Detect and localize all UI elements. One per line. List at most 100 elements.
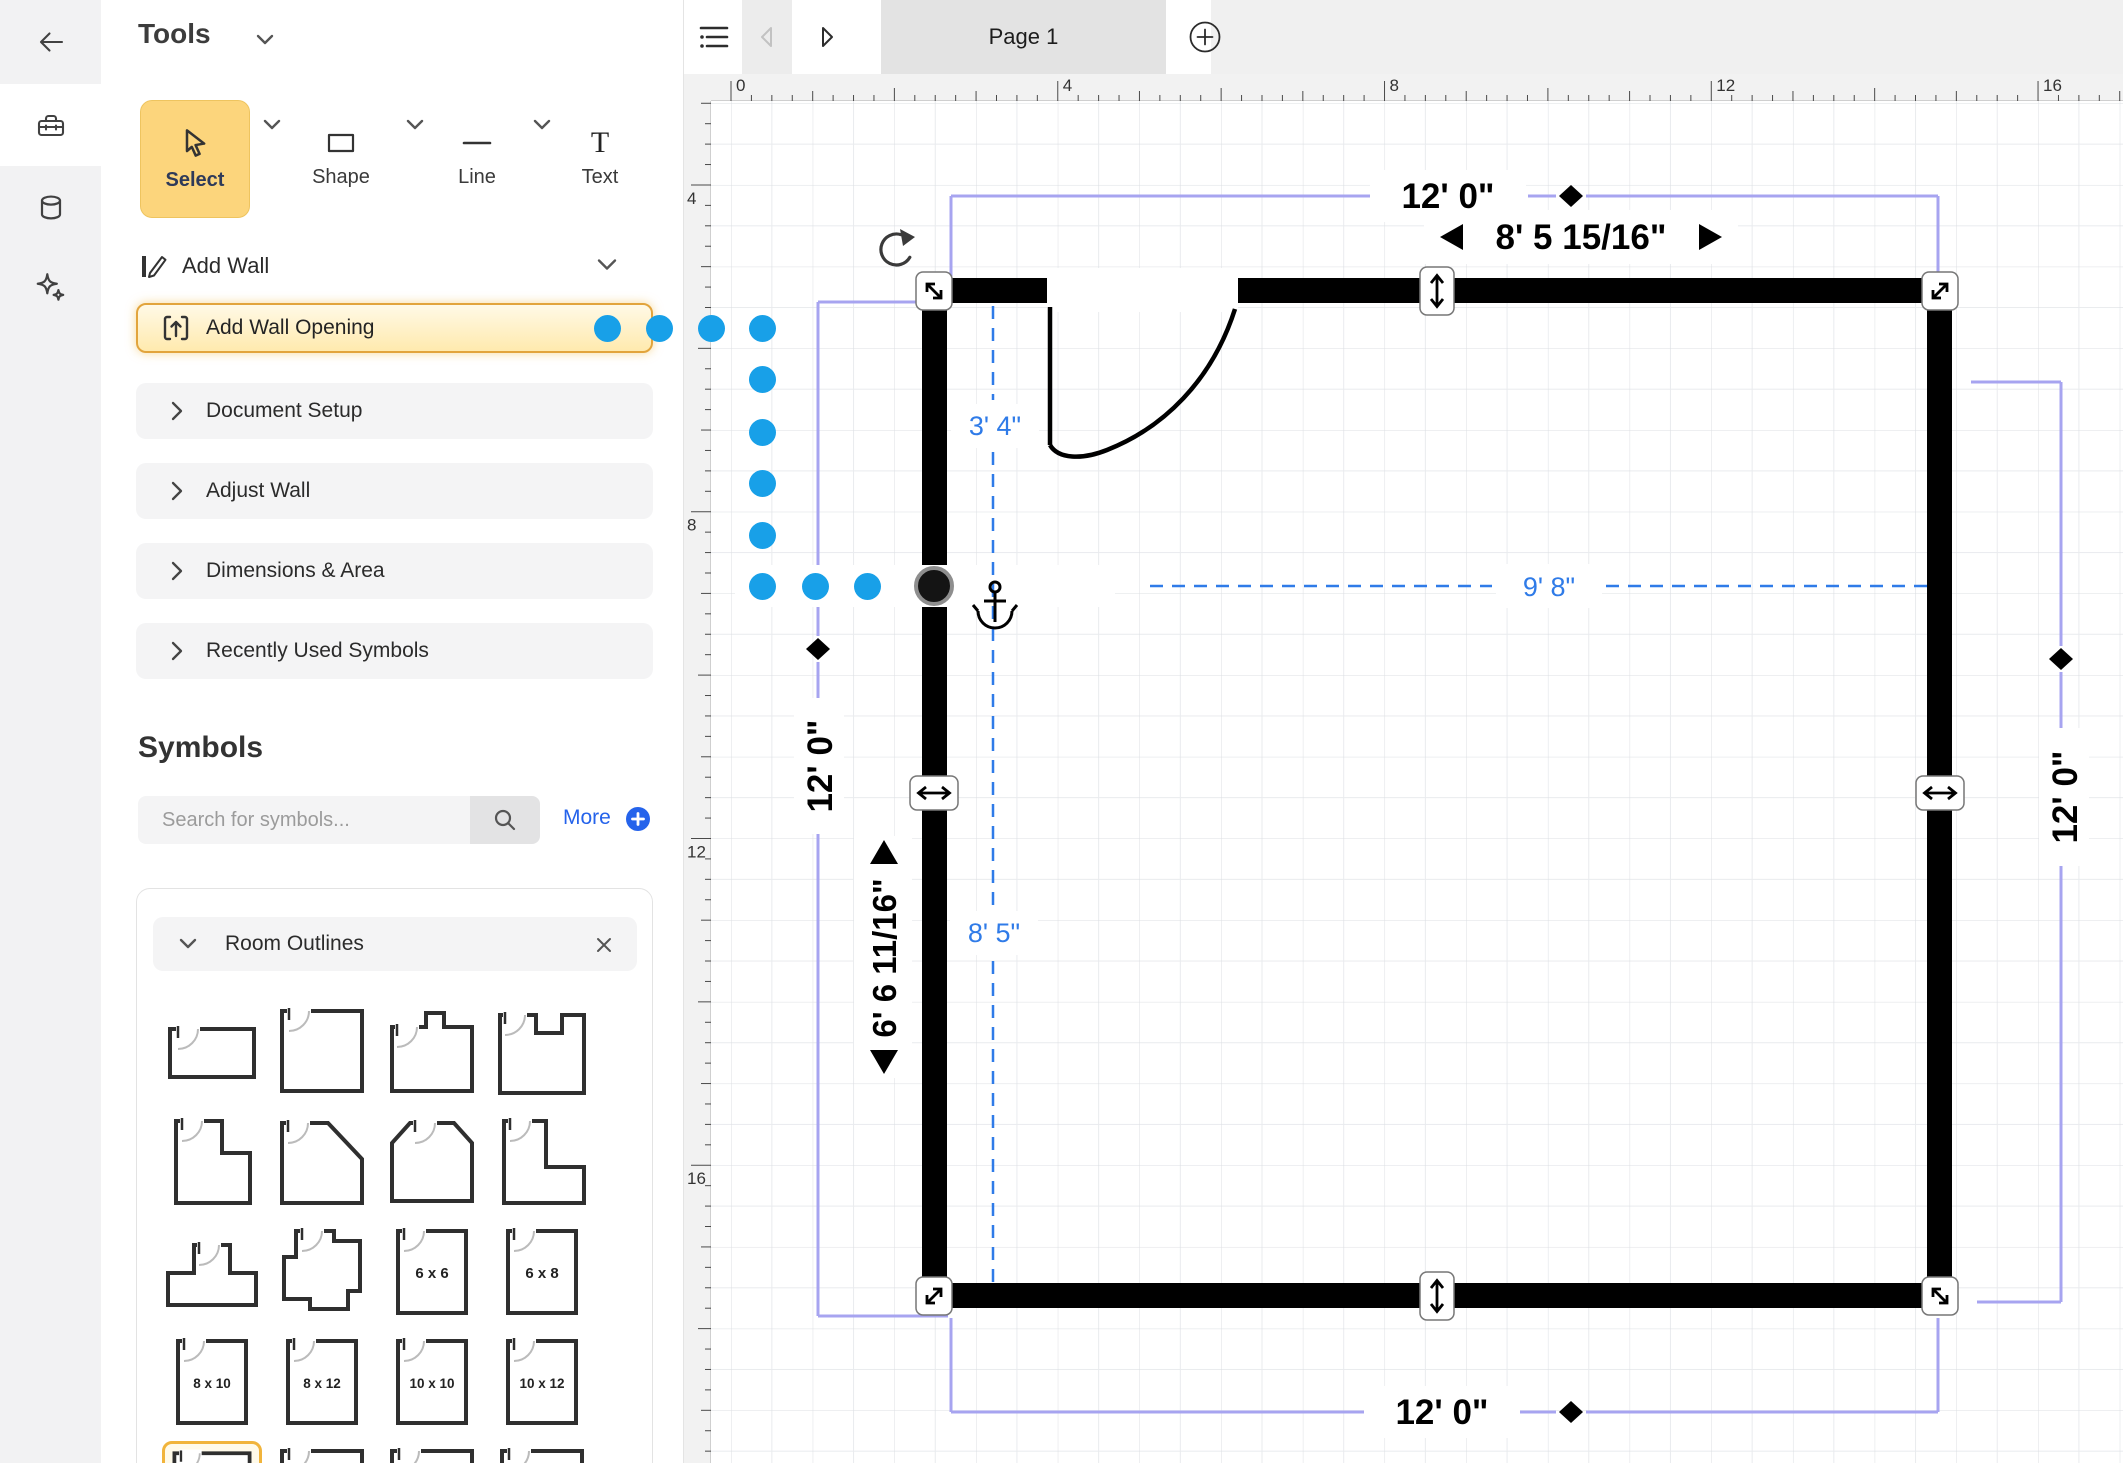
room-outlines-title: Room Outlines	[225, 932, 364, 956]
svg-text:6 x 8: 6 x 8	[525, 1265, 558, 1282]
symbol-room-outline[interactable]	[492, 1001, 592, 1097]
line-dropdown-chevron-icon[interactable]	[531, 118, 553, 132]
guide-label-3-4: 3' 4"	[969, 411, 1021, 441]
shape-tool-button[interactable]: Shape	[298, 100, 384, 218]
symbol-room-outline[interactable]	[162, 1221, 262, 1317]
guide-label-8-5: 8' 5"	[968, 918, 1020, 948]
symbol-room-outline-10x12[interactable]: 10 x 12	[492, 1331, 592, 1427]
corner-handle-top-left[interactable]	[916, 272, 952, 310]
symbol-room-outline[interactable]	[382, 1001, 482, 1097]
symbol-room-outline-8x10[interactable]: 8 x 10	[162, 1331, 262, 1427]
corner-handle-bottom-right[interactable]	[1922, 1277, 1958, 1315]
symbol-room-outline-6x8[interactable]: 6 x 8	[492, 1221, 592, 1317]
symbol-room-outline[interactable]	[272, 1001, 372, 1097]
symbol-room-outline[interactable]	[382, 1441, 482, 1463]
svg-text:10 x 12: 10 x 12	[519, 1376, 564, 1391]
symbol-room-outline[interactable]	[272, 1221, 372, 1317]
wall-left-upper-segment[interactable]	[922, 278, 947, 565]
search-icon	[492, 807, 518, 833]
select-dropdown-chevron-icon[interactable]	[261, 118, 283, 132]
section-label: Recently Used Symbols	[206, 639, 429, 663]
rail-item-data[interactable]	[0, 166, 101, 250]
symbol-room-outline[interactable]	[162, 1111, 262, 1207]
symbol-room-outline[interactable]	[162, 1001, 262, 1097]
section-label: Document Setup	[206, 399, 362, 423]
section-dimensions-area[interactable]: Dimensions & Area	[136, 543, 653, 599]
more-plus-icon[interactable]	[625, 806, 651, 832]
select-tool-button[interactable]: Select	[140, 100, 250, 218]
symbols-title: Symbols	[138, 731, 263, 765]
horizontal-ruler[interactable]: 0481216	[684, 74, 2123, 101]
svg-text:16: 16	[687, 1169, 706, 1188]
section-recently-used-symbols[interactable]: Recently Used Symbols	[136, 623, 653, 679]
tools-chevron-down-icon[interactable]	[253, 32, 277, 48]
add-wall-row[interactable]: Add Wall	[138, 246, 648, 286]
page-tab-label: Page 1	[989, 24, 1059, 50]
collapse-chevron-icon	[177, 937, 199, 951]
cursor-trail-dot	[749, 470, 776, 497]
symbol-room-outline[interactable]	[492, 1111, 592, 1207]
rail-item-shapes-active[interactable]	[0, 84, 101, 168]
toolbox-icon	[33, 109, 69, 143]
svg-text:16: 16	[2043, 76, 2062, 95]
drawing-surface[interactable]: 3' 4" 8' 5" 9' 8" 12' 0" 8' 5 15/16" 12'…	[711, 101, 2123, 1463]
symbol-room-outline-6x6[interactable]: 6 x 6	[382, 1221, 482, 1317]
symbol-room-outline[interactable]	[492, 1441, 592, 1463]
ruler-corner	[684, 74, 711, 101]
edge-handle-bottom[interactable]	[1420, 1272, 1454, 1320]
room-outlines-header[interactable]: Room Outlines	[153, 917, 637, 971]
left-icon-rail	[0, 0, 101, 1463]
text-tool-button[interactable]: T Text	[557, 100, 643, 218]
wall-top-right-segment[interactable]	[1235, 278, 1952, 303]
add-wall-chevron-icon[interactable]	[594, 256, 620, 274]
chevron-right-icon	[169, 399, 185, 423]
wall-anchor-point-handle[interactable]	[916, 568, 952, 604]
cursor-trail-dot	[749, 419, 776, 446]
section-adjust-wall[interactable]: Adjust Wall	[136, 463, 653, 519]
add-wall-label: Add Wall	[182, 253, 269, 279]
svg-text:8 x 10: 8 x 10	[193, 1376, 231, 1391]
edge-handle-top[interactable]	[1420, 267, 1454, 315]
line-tool-button[interactable]: Line	[434, 100, 520, 218]
cursor-trail-dot	[749, 366, 776, 393]
edge-handle-right[interactable]	[1916, 776, 1964, 810]
symbol-room-outline-8x12[interactable]: 8 x 12	[272, 1331, 372, 1427]
vertical-ruler[interactable]: 481216	[684, 101, 711, 1463]
shape-dropdown-chevron-icon[interactable]	[404, 118, 426, 132]
symbol-room-outline[interactable]	[272, 1441, 372, 1463]
corner-handle-bottom-left[interactable]	[916, 1277, 952, 1315]
back-button[interactable]	[0, 0, 101, 84]
symbol-room-outline[interactable]	[272, 1111, 372, 1207]
symbol-room-outline[interactable]	[162, 1441, 262, 1463]
shape-tool-label: Shape	[312, 166, 370, 189]
guide-label-9-8: 9' 8"	[1523, 572, 1575, 602]
page-list-button[interactable]	[690, 0, 738, 74]
symbol-search-input[interactable]	[138, 796, 470, 844]
dim-bottom-label: 12' 0"	[1395, 1393, 1488, 1432]
select-tool-label: Select	[166, 169, 225, 192]
add-wall-opening-button[interactable]: Add Wall Opening	[136, 303, 653, 353]
add-page-button[interactable]	[1172, 0, 1238, 74]
canvas-area: Page 1 0481216 481216	[684, 0, 2123, 1463]
symbol-room-outline[interactable]	[382, 1111, 482, 1207]
next-page-button[interactable]	[802, 0, 852, 74]
previous-page-icon	[757, 24, 777, 50]
back-arrow-icon	[33, 25, 69, 59]
room-outline-symbols-grid: 6 x 6 6 x 8 8 x 10 8 x 1210 x 10 10 x 12	[162, 1001, 592, 1463]
section-document-setup[interactable]: Document Setup	[136, 383, 653, 439]
rail-item-ai[interactable]	[0, 246, 101, 330]
close-icon[interactable]	[593, 934, 615, 956]
cursor-trail-dot	[749, 315, 776, 342]
panel-title: Tools	[138, 18, 211, 50]
symbol-search-row: More	[138, 796, 653, 844]
more-symbols-link[interactable]: More	[563, 806, 611, 830]
corner-handle-top-right[interactable]	[1922, 272, 1958, 310]
wall-segment-label: 6' 6 11/16"	[866, 878, 903, 1037]
page-list-icon	[697, 22, 731, 52]
tab-page-1[interactable]: Page 1	[881, 0, 1166, 74]
symbol-search-button[interactable]	[470, 796, 540, 844]
symbol-room-outline-10x10[interactable]: 10 x 10	[382, 1331, 482, 1427]
previous-page-button[interactable]	[742, 0, 792, 74]
wall-left-lower-segment[interactable]	[922, 607, 947, 1308]
edge-handle-left[interactable]	[910, 776, 958, 810]
